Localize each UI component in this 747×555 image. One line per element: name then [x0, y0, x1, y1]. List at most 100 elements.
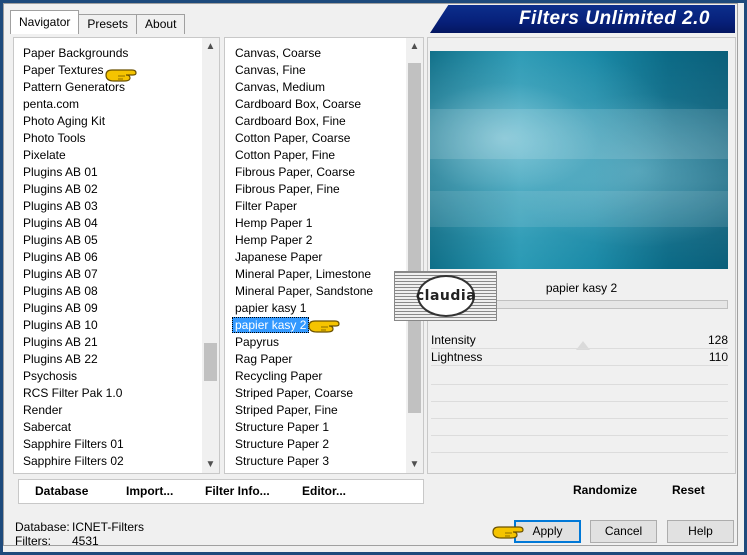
randomize-button[interactable]: Randomize: [573, 483, 637, 497]
tab-presets[interactable]: Presets: [78, 14, 138, 34]
filter-list-item[interactable]: Canvas, Medium: [225, 79, 406, 96]
filter-scrollbar[interactable]: ▲ ▼: [406, 38, 423, 473]
param-slot-empty: [431, 401, 728, 402]
category-scroll-thumb[interactable]: [204, 343, 217, 381]
filter-list-item[interactable]: Structure Paper 1: [225, 419, 406, 436]
filter-list-item[interactable]: Filter Paper: [225, 198, 406, 215]
category-item-label: Plugins AB 06: [23, 250, 98, 264]
category-item-label: Photo Tools: [23, 131, 86, 145]
category-list-item[interactable]: Plugins AB 01: [14, 164, 202, 181]
filter-list-item[interactable]: Canvas, Coarse: [225, 45, 406, 62]
category-list-item[interactable]: Plugins AB 02: [14, 181, 202, 198]
filter-item-label: Cardboard Box, Coarse: [235, 97, 362, 111]
category-item-label: Psychosis: [23, 369, 78, 383]
scroll-up-icon[interactable]: ▲: [406, 38, 423, 55]
category-list-item[interactable]: Paper Backgrounds: [14, 45, 202, 62]
tab-navigator[interactable]: Navigator: [10, 10, 80, 34]
filter-item-label: Structure Paper 3: [235, 454, 330, 468]
category-list-item[interactable]: Plugins AB 03: [14, 198, 202, 215]
help-button[interactable]: Help: [667, 520, 734, 543]
preview-image: [430, 51, 728, 269]
scroll-down-icon[interactable]: ▼: [406, 456, 423, 473]
filter-scroll-thumb[interactable]: [408, 63, 421, 413]
filter-list-item[interactable]: Recycling Paper: [225, 368, 406, 385]
filter-list-item[interactable]: Cotton Paper, Coarse: [225, 130, 406, 147]
category-item-label: Plugins AB 02: [23, 182, 98, 196]
category-list-item[interactable]: Photo Aging Kit: [14, 113, 202, 130]
filter-list-item[interactable]: Structure Paper 2: [225, 436, 406, 453]
filter-info-button[interactable]: Filter Info...: [205, 484, 270, 498]
category-list-item[interactable]: Sapphire Filters 02: [14, 453, 202, 470]
filter-list-item[interactable]: Mineral Paper, Limestone: [225, 266, 406, 283]
filter-list-item[interactable]: Canvas, Fine: [225, 62, 406, 79]
category-list-item[interactable]: Plugins AB 08: [14, 283, 202, 300]
filter-item-label: Papyrus: [235, 335, 280, 349]
editor-button[interactable]: Editor...: [302, 484, 346, 498]
cancel-button[interactable]: Cancel: [590, 520, 657, 543]
filter-list-panel: Canvas, Coarse Canvas, Fine Canvas, Medium…: [224, 37, 424, 474]
filter-item-label: Striped Paper, Fine: [235, 403, 338, 417]
filter-list-item[interactable]: Hemp Paper 2: [225, 232, 406, 249]
import-button[interactable]: Import...: [126, 484, 173, 498]
filter-item-label: Canvas, Medium: [235, 80, 326, 94]
filter-list[interactable]: Canvas, Coarse Canvas, Fine Canvas, Medium…: [225, 38, 406, 473]
filter-list-item[interactable]: Hemp Paper 1: [225, 215, 406, 232]
category-list-item[interactable]: Plugins AB 22: [14, 351, 202, 368]
category-list-item[interactable]: Plugins AB 06: [14, 249, 202, 266]
category-list-item[interactable]: RCS Filter Pak 1.0: [14, 385, 202, 402]
filter-list-item[interactable]: Mineral Paper, Sandstone: [225, 283, 406, 300]
filters-count-value: 4531: [72, 534, 99, 548]
filter-item-label: Cotton Paper, Coarse: [235, 131, 351, 145]
filter-list-item[interactable]: Cotton Paper, Fine: [225, 147, 406, 164]
filter-list-item[interactable]: Rag Paper: [225, 351, 406, 368]
category-list-item[interactable]: Plugins AB 04: [14, 215, 202, 232]
category-list-item[interactable]: Render: [14, 402, 202, 419]
category-list-item[interactable]: Plugins AB 10: [14, 317, 202, 334]
scroll-up-icon[interactable]: ▲: [202, 38, 219, 55]
param-lightness[interactable]: Lightness 110: [431, 349, 728, 366]
filter-list-item[interactable]: papier kasy 1: [225, 300, 406, 317]
category-item-label: Plugins AB 09: [23, 301, 98, 315]
preview-toolbar: Randomize Reset: [427, 479, 736, 504]
filter-list-item[interactable]: Striped Paper, Fine: [225, 402, 406, 419]
filter-item-label: Cotton Paper, Fine: [235, 148, 336, 162]
category-list-item[interactable]: Pixelate: [14, 147, 202, 164]
category-list-item[interactable]: Sapphire Filters 01: [14, 436, 202, 453]
database-value: ICNET-Filters: [72, 520, 144, 534]
filters-count-info: Filters: 4531: [15, 534, 99, 548]
category-list[interactable]: Paper Backgrounds Paper Textures Pattern G…: [14, 38, 202, 473]
param-slot-empty: [431, 384, 728, 385]
tab-about[interactable]: About: [136, 14, 186, 34]
filter-item-label: Fibrous Paper, Coarse: [235, 165, 356, 179]
scroll-down-icon[interactable]: ▼: [202, 456, 219, 473]
category-list-item[interactable]: Plugins AB 05: [14, 232, 202, 249]
filter-list-item[interactable]: Striped Paper, Coarse: [225, 385, 406, 402]
category-list-item[interactable]: Psychosis: [14, 368, 202, 385]
category-list-item[interactable]: Photo Tools: [14, 130, 202, 147]
filter-list-item[interactable]: Cardboard Box, Coarse: [225, 96, 406, 113]
filter-item-label: Hemp Paper 1: [235, 216, 313, 230]
category-list-item[interactable]: Plugins AB 21: [14, 334, 202, 351]
filter-list-item[interactable]: Japanese Paper: [225, 249, 406, 266]
database-button[interactable]: Database: [35, 484, 88, 498]
param-intensity[interactable]: Intensity 128: [431, 332, 728, 349]
reset-button[interactable]: Reset: [672, 483, 705, 497]
category-list-item[interactable]: Plugins AB 09: [14, 300, 202, 317]
category-item-label: Plugins AB 08: [23, 284, 98, 298]
filter-list-item[interactable]: Structure Paper 3: [225, 453, 406, 470]
category-list-item[interactable]: Sabercat: [14, 419, 202, 436]
category-item-label: Plugins AB 07: [23, 267, 98, 281]
database-label: Database:: [15, 520, 70, 534]
filter-list-item[interactable]: Papyrus: [225, 334, 406, 351]
category-item-label: Plugins AB 04: [23, 216, 98, 230]
category-list-item[interactable]: penta.com: [14, 96, 202, 113]
param-label: Lightness: [431, 350, 483, 364]
filter-list-item[interactable]: Fibrous Paper, Coarse: [225, 164, 406, 181]
filter-list-item[interactable]: Cardboard Box, Fine: [225, 113, 406, 130]
category-list-item[interactable]: Plugins AB 07: [14, 266, 202, 283]
filter-item-label: Mineral Paper, Sandstone: [235, 284, 374, 298]
tab-bar: Navigator Presets About: [10, 10, 186, 34]
filter-list-item[interactable]: Fibrous Paper, Fine: [225, 181, 406, 198]
watermark-logo: claudia: [394, 271, 497, 321]
category-scrollbar[interactable]: ▲ ▼: [202, 38, 219, 473]
